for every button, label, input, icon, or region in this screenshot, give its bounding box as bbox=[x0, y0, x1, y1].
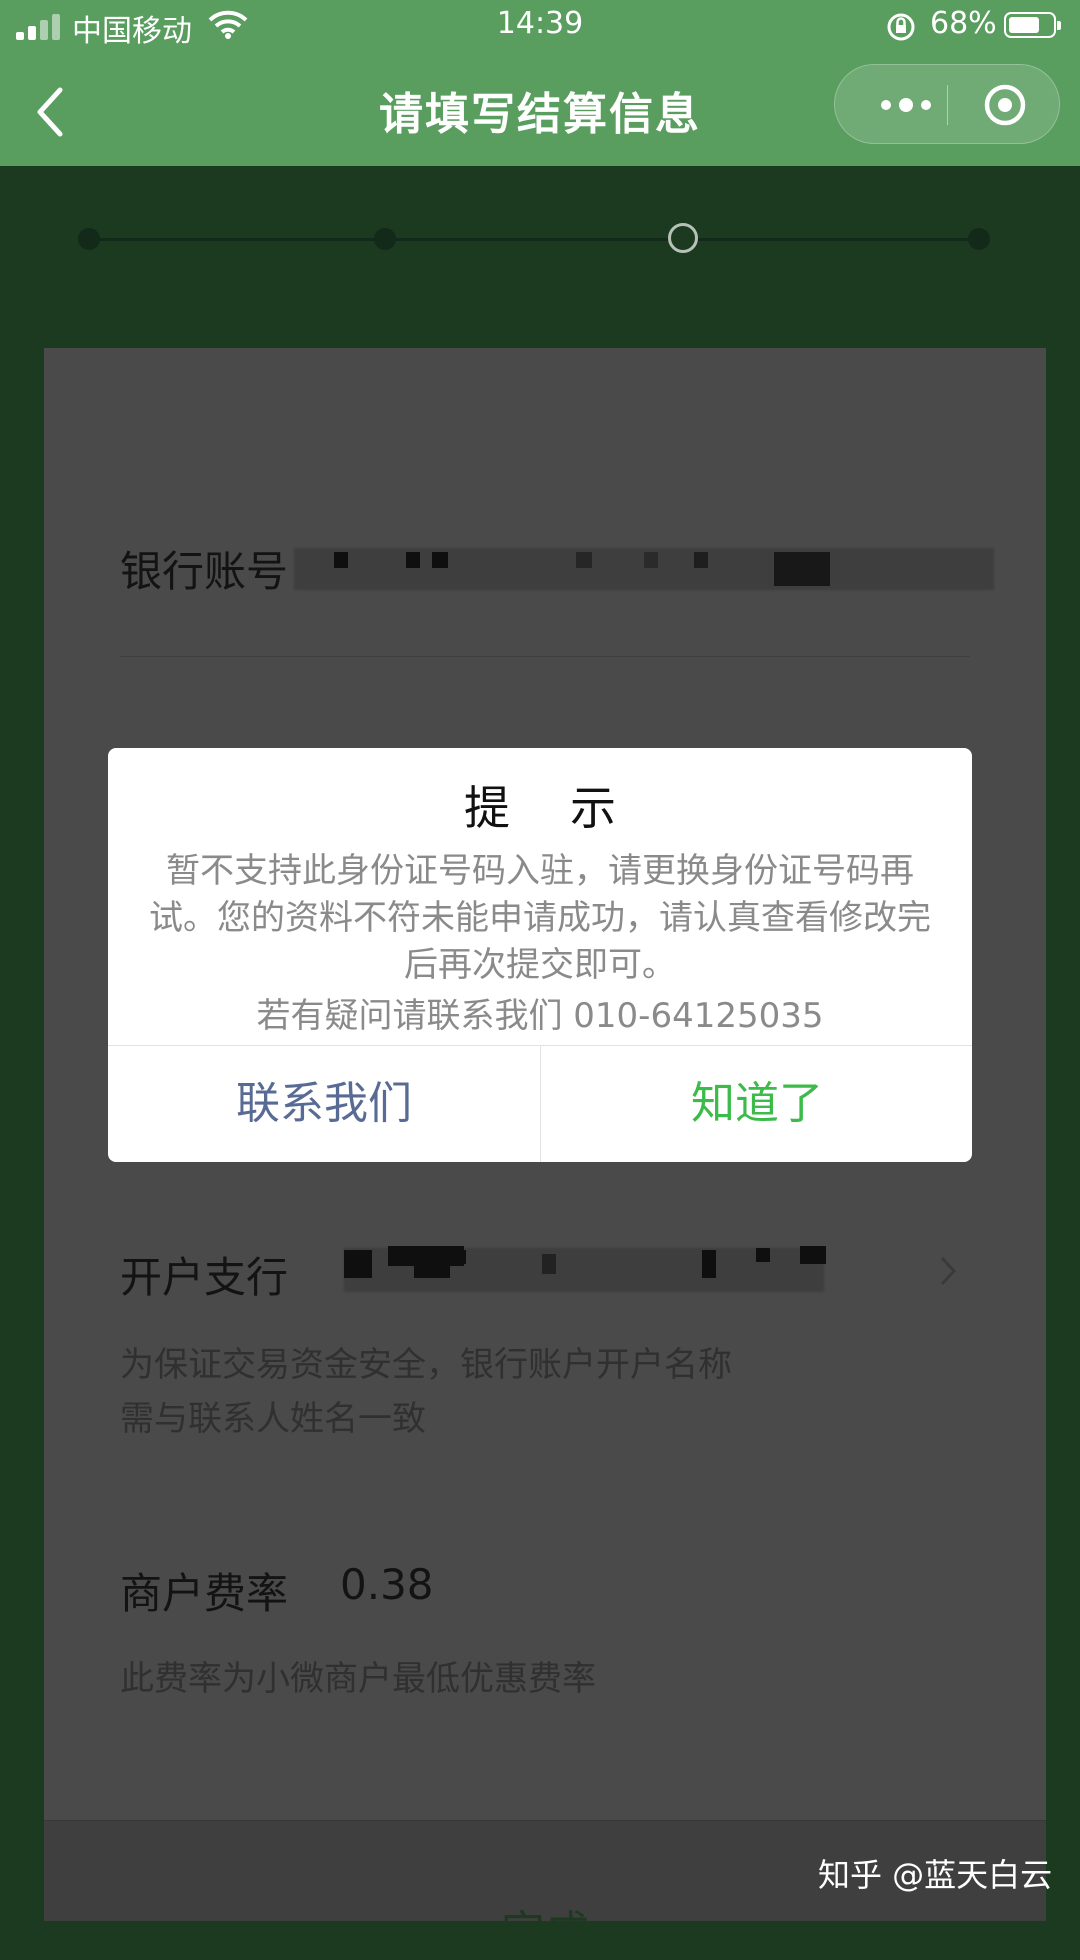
dialog-message: 暂不支持此身份证号码入驻，请更换身份证号码再试。您的资料不符未能申请成功，请认真… bbox=[149, 851, 931, 985]
more-options-button[interactable] bbox=[873, 65, 943, 143]
bank-account-label: 银行账号 bbox=[120, 547, 289, 596]
chevron-right-icon bbox=[940, 1256, 957, 1286]
dialog-contact-info: 若有疑问请联系我们 010-64125035 bbox=[256, 996, 824, 1036]
clock: 14:39 bbox=[496, 6, 584, 41]
bank-account-input[interactable] bbox=[294, 528, 994, 608]
submit-button[interactable]: 完成 bbox=[44, 1896, 1046, 1960]
fee-rate-value: 0.38 bbox=[340, 1560, 434, 1609]
step-progress bbox=[0, 166, 1080, 350]
top-bar: 中国移动 14:39 68% 请填写结算信息 bbox=[0, 0, 1080, 166]
current-step-dot bbox=[668, 223, 698, 253]
watermark: 知乎 @蓝天白云 bbox=[818, 1856, 1053, 1894]
dialog-title: 提示 bbox=[464, 781, 676, 835]
alert-dialog: 提示 暂不支持此身份证号码入驻，请更换身份证号码再试。您的资料不符未能申请成功，… bbox=[108, 748, 972, 1162]
fee-rate-hint: 此费率为小微商户最低优惠费率 bbox=[120, 1659, 596, 1699]
fee-rate-label: 商户费率 bbox=[120, 1569, 289, 1618]
contact-us-button[interactable]: 联系我们 bbox=[108, 1046, 540, 1162]
bank-branch-label: 开户支行 bbox=[120, 1253, 289, 1302]
step-dot bbox=[968, 228, 990, 250]
battery-icon bbox=[1004, 12, 1061, 38]
account-name-hint: 为保证交易资金安全，银行账户开户名称需与联系人姓名一致 bbox=[120, 1345, 732, 1439]
bank-branch-select[interactable] bbox=[344, 1236, 964, 1306]
rotation-lock-icon bbox=[887, 13, 915, 41]
status-bar: 中国移动 14:39 68% bbox=[0, 0, 1080, 50]
close-miniprogram-icon[interactable] bbox=[983, 83, 1027, 127]
step-dot bbox=[374, 228, 396, 250]
step-dot bbox=[78, 228, 100, 250]
got-it-button[interactable]: 知道了 bbox=[541, 1046, 972, 1162]
battery-percent: 68% bbox=[930, 6, 997, 41]
miniprogram-capsule bbox=[834, 64, 1060, 144]
navigation-bar: 请填写结算信息 bbox=[0, 60, 1080, 166]
